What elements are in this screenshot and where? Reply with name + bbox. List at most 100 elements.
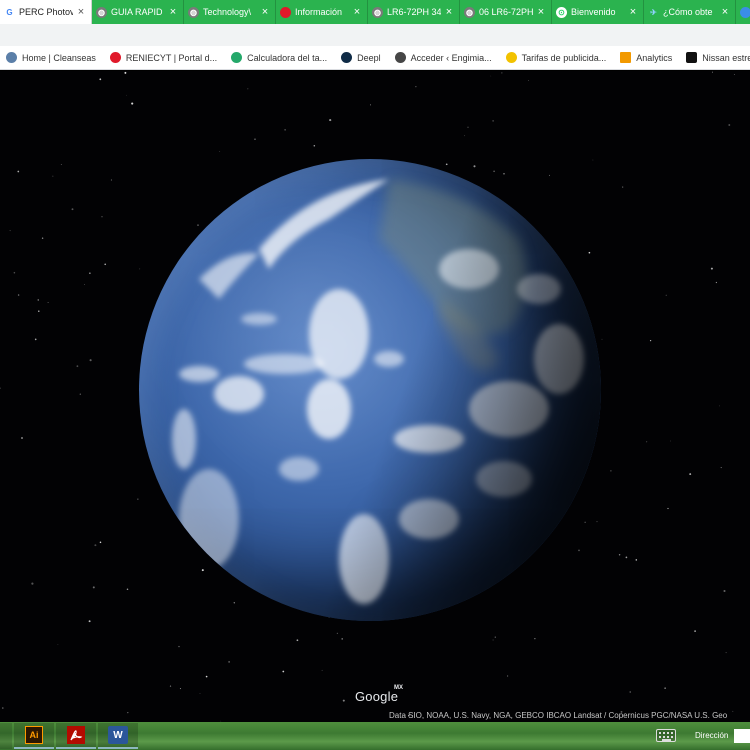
deepl-icon [341,52,353,63]
star [88,620,91,623]
star [625,556,628,559]
tab-title: Bienvenido [571,7,616,17]
star [646,441,648,443]
bookmark-label: Home | Cleanseas [22,52,96,63]
star [733,74,735,75]
tab-title: GUIA RAPID [111,7,163,17]
red-circle-icon [280,6,291,18]
star [492,639,494,641]
browser-toolbar [0,24,750,46]
bookmark-item[interactable]: Deepl [341,52,381,63]
star [104,263,107,266]
taskbar-acrobat-button[interactable] [56,723,96,749]
browser-tab[interactable]: ✈ ¿Cómo obte × [644,0,736,24]
star [126,94,127,96]
star [228,661,230,663]
star [99,541,102,544]
region-badge: MX [394,685,403,691]
bookmark-label: Tarifas de publicida... [521,52,607,63]
star [127,711,129,714]
tab-close-icon[interactable]: × [628,7,638,18]
bookmark-item[interactable]: Acceder ‹ Engimia... [394,52,492,63]
bookmark-item[interactable]: Analytics [620,52,672,63]
taskbar-word-button[interactable]: W [98,723,138,749]
green-circle-icon [231,52,243,63]
tab-close-icon[interactable]: × [536,7,546,18]
star [247,88,249,90]
browser-tab[interactable]: ◍ Technology\ × [184,0,276,24]
star [501,72,503,74]
star [728,124,731,126]
star [94,544,97,547]
star [618,554,621,556]
star [629,691,631,693]
star [313,145,316,147]
star [254,138,256,141]
tab-close-icon[interactable]: × [168,7,178,18]
bookmark-item[interactable]: Calculadora del ta... [231,52,327,63]
taskbar: Ai W [0,722,750,750]
wordpress-icon [394,52,406,63]
tab-title: Información [295,7,343,17]
address-toolbar-input[interactable] [734,729,750,743]
tab-close-icon[interactable]: × [720,7,730,18]
bookmark-item[interactable]: Home | Cleanseas [6,52,96,63]
acrobat-icon [67,726,85,744]
star [667,507,669,510]
star [528,80,529,81]
earth-night-shade [139,159,601,621]
taskbar-illustrator-button[interactable]: Ai [14,723,54,749]
star [92,586,95,589]
star [670,440,671,442]
browser-tab[interactable]: ⊙ Bienvenido × [552,0,644,24]
browser-tab[interactable]: ◍ GUIA RAPID × [92,0,184,24]
tab-title: PERC Photov [19,7,73,17]
star [732,710,734,712]
star [284,129,286,131]
tab-title: 06 LR6-72PH [479,7,533,17]
star [464,135,466,137]
star [99,78,102,81]
star [534,638,536,640]
browser-tab[interactable]: ◍ LR6-72PH 34 × [368,0,460,24]
star [21,437,23,439]
google-logo: Google [355,689,399,704]
tab-close-icon[interactable]: × [352,7,362,18]
globe-icon: ◍ [188,6,199,18]
star [2,707,4,709]
star [336,632,339,635]
globe-icon: ◍ [372,6,383,18]
tab-close-icon[interactable]: × [76,7,86,18]
star [578,549,580,552]
bookmark-item[interactable]: RENIECYT | Portal d... [109,52,217,63]
wave-icon [6,52,17,63]
bookmark-item[interactable]: Tarifas de publicida... [505,52,607,63]
keyboard-icon[interactable] [656,729,676,742]
address-toolbar-label: Dirección [695,731,729,740]
browser-tab[interactable]: ◍ 06 LR6-72PH × [460,0,552,24]
star [719,405,720,407]
star [137,498,139,500]
star [9,230,11,232]
star [711,71,714,73]
browser-tab[interactable]: Información × [276,0,368,24]
map-attribution: Data SIO, NOAA, U.S. Navy, NGA, GEBCO IB… [389,711,728,720]
globe-icon: ◍ [464,6,475,18]
star [84,284,85,285]
tab-close-icon[interactable]: × [260,7,270,18]
star [76,365,79,368]
illustrator-icon: Ai [25,726,43,744]
earth-viewport[interactable]: Google MX Data SIO, NOAA, U.S. Navy, NGA… [0,71,750,722]
bookmark-item[interactable]: Nissan estrena sus t... [686,52,750,63]
star [369,104,372,106]
browser-tab[interactable]: G PERC Photov × [0,0,92,24]
earth-globe[interactable] [139,159,601,621]
browser-tab[interactable] [736,0,750,24]
star [34,338,37,341]
square-icon [686,52,698,63]
star [635,559,638,561]
taskbar-start-area[interactable] [0,723,12,749]
star [89,359,92,362]
star [549,174,551,176]
tab-close-icon[interactable]: × [444,7,454,18]
